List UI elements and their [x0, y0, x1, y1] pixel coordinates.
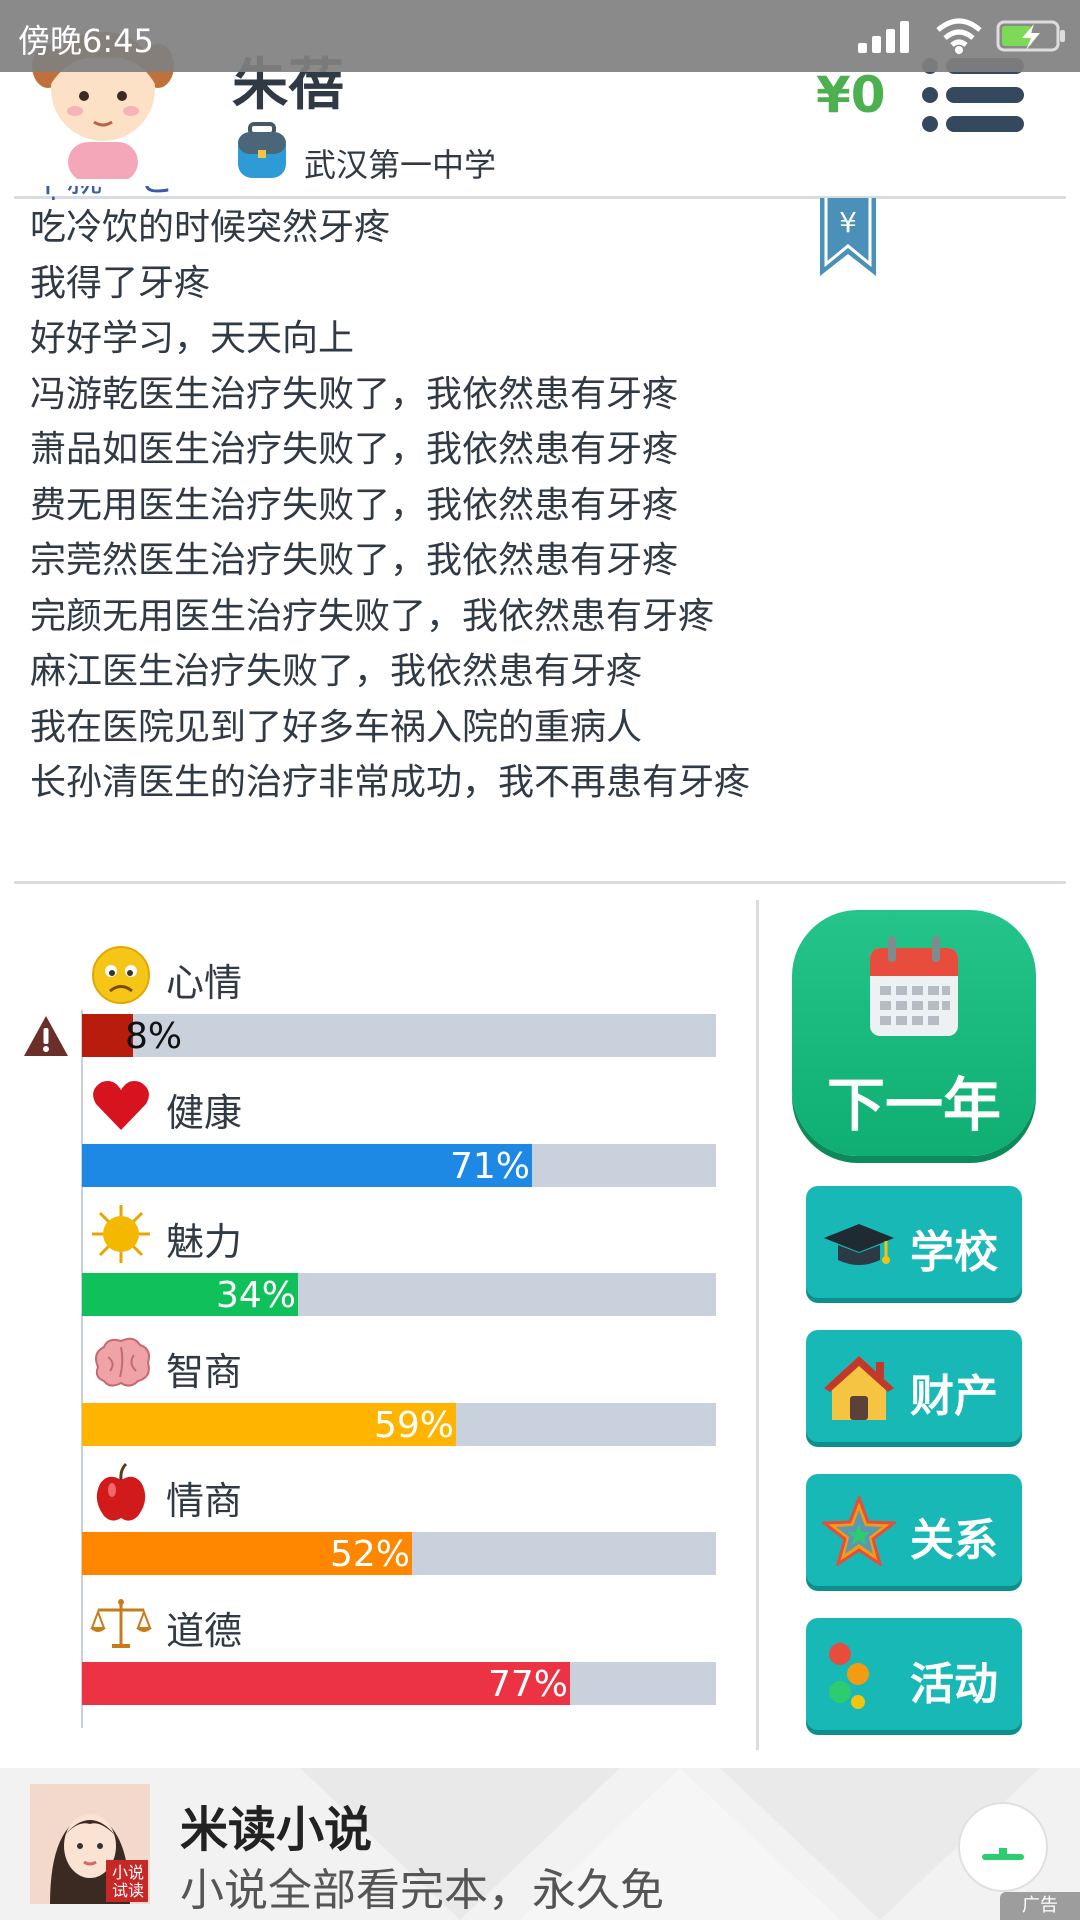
log-line: 完颜无用医生治疗失败了，我依然患有牙疼 [30, 595, 715, 637]
log-line: 费无用医生治疗失败了，我依然患有牙疼 [30, 484, 679, 526]
calendar-icon [870, 936, 958, 1036]
next-year-button[interactable]: 下一年 [792, 910, 1036, 1156]
sun-icon [92, 1205, 150, 1263]
school-name: 武汉第一中学 [304, 146, 497, 184]
brain-icon [95, 1337, 150, 1387]
stat-label-iq: 智商 [166, 1350, 243, 1394]
stat-label-mood: 心情 [166, 961, 243, 1005]
activity-dots-icon [829, 1643, 869, 1709]
signal-icon [858, 21, 909, 53]
schoolbag-icon [238, 122, 286, 178]
yuan-bookmark-icon[interactable]: ¥ [820, 198, 876, 276]
ad-download-button[interactable] [958, 1802, 1048, 1892]
stat-bar-moral: 77% [82, 1662, 716, 1705]
stat-percent-eq: 52% [329, 1534, 410, 1575]
relations-label: 关系 [910, 1515, 998, 1566]
activities-button[interactable]: 活动 [806, 1618, 1022, 1730]
ad-description: 小说全部看完本，永久免 [180, 1865, 664, 1916]
status-bar: 傍晚6:45 [0, 0, 1080, 72]
stat-percent-moral: 77% [487, 1664, 568, 1705]
stat-bar-eq: 52% [82, 1532, 716, 1575]
assets-button[interactable]: 财产 [806, 1330, 1022, 1442]
warning-icon [24, 1016, 68, 1056]
ad-thumbnail-tag: 小说试读 [111, 1863, 144, 1900]
apple-icon [96, 1462, 146, 1521]
activities-label: 活动 [910, 1659, 998, 1710]
house-icon [824, 1356, 894, 1420]
stat-percent-iq: 59% [373, 1405, 454, 1446]
log-line: 萧品如医生治疗失败了，我依然患有牙疼 [30, 429, 679, 470]
relations-button[interactable]: 关系 [806, 1474, 1022, 1586]
stat-percent-health: 71% [449, 1146, 530, 1187]
stat-label-health: 健康 [166, 1091, 243, 1135]
next-year-label: 下一年 [826, 1071, 1001, 1139]
log-divider [14, 881, 1066, 884]
stat-percent-mood: 8% [125, 1016, 183, 1057]
status-time: 傍晚6:45 [18, 22, 154, 60]
log-line-partial: 中就「と吵 [30, 186, 180, 200]
stat-bar-iq: 59% [82, 1403, 716, 1446]
battery-charging-icon [996, 20, 1065, 52]
heart-icon [93, 1081, 149, 1130]
stat-label-moral: 道德 [166, 1609, 243, 1653]
stat-bar-mood: 8% [82, 1014, 716, 1057]
log-line: 我在医院见到了好多车祸入院的重病人 [30, 706, 643, 748]
download-icon [982, 1848, 1024, 1860]
star-icon [822, 1496, 896, 1566]
scales-icon [90, 1599, 152, 1648]
log-line: 麻江医生治疗失败了，我依然患有牙疼 [30, 651, 643, 692]
panel-separator [756, 900, 759, 1750]
svg-text:¥: ¥ [839, 206, 857, 239]
log-line: 冯游乾医生治疗失败了，我依然患有牙疼 [30, 373, 679, 415]
assets-label: 财产 [910, 1371, 998, 1422]
log-line: 吃冷饮的时候突然牙疼 [30, 207, 391, 248]
stat-bar-health: 71% [82, 1144, 716, 1187]
log-line: 宗莞然医生治疗失败了，我依然患有牙疼 [30, 540, 679, 581]
ad-label-badge: 广告 [1000, 1892, 1080, 1920]
sad-face-icon [92, 946, 150, 1004]
stat-percent-charm: 34% [215, 1275, 296, 1316]
stat-label-charm: 魅力 [166, 1220, 243, 1264]
stats-axis [81, 1010, 83, 1728]
ad-banner[interactable]: 小说试读 米读小说 小说全部看完本，永久免 [0, 1768, 1080, 1920]
log-line: 我得了牙疼 [30, 262, 211, 304]
stat-label-eq: 情商 [166, 1479, 243, 1523]
event-log[interactable]: 吃冷饮的时候突然牙疼 我得了牙疼 好好学习，天天向上 冯游乾医生治疗失败了，我依… [30, 200, 1030, 880]
school-label: 学校 [910, 1227, 998, 1278]
graduation-cap-icon [824, 1224, 894, 1265]
log-line: 长孙清医生的治疗非常成功，我不再患有牙疼 [30, 762, 751, 803]
ad-title: 米读小说 [180, 1802, 373, 1858]
stat-bar-charm: 34% [82, 1273, 716, 1316]
wifi-icon [936, 18, 982, 54]
log-line: 好好学习，天天向上 [30, 318, 355, 359]
school-button[interactable]: 学校 [806, 1186, 1022, 1298]
money-balance: ¥0 [816, 66, 886, 124]
